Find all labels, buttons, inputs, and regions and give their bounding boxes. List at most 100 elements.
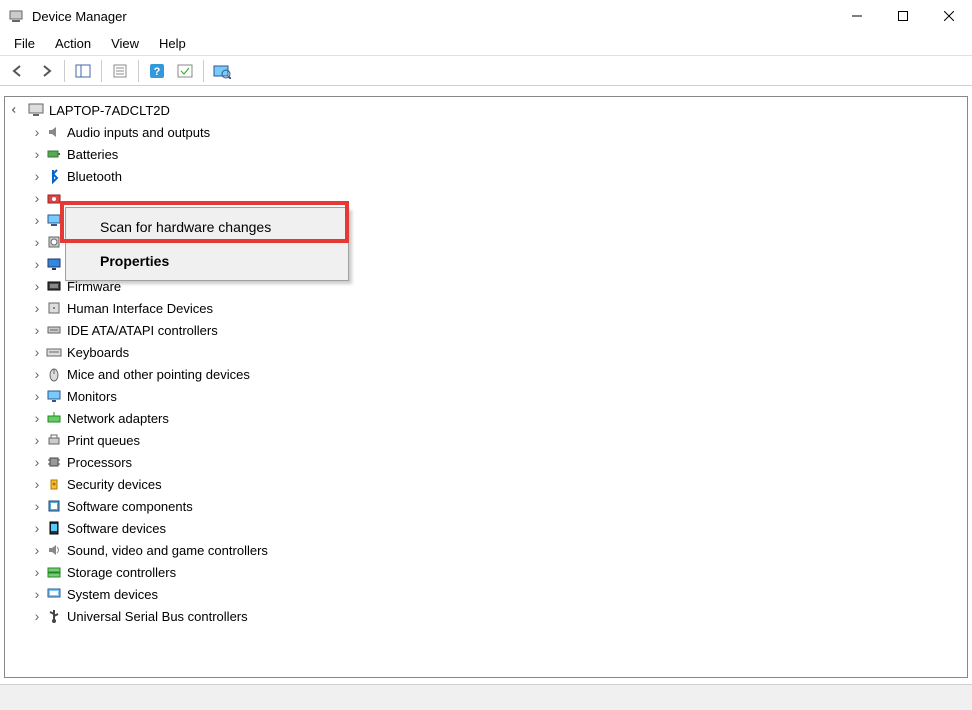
device-tree[interactable]: LAPTOP-7ADCLT2D Audio inputs and outputs… [4,96,968,678]
bluetooth-icon [45,167,63,185]
tree-node-label: Bluetooth [67,169,122,184]
expander-icon[interactable] [31,192,43,204]
tree-node-label: Software devices [67,521,166,536]
cpu-icon [45,453,63,471]
tree-node[interactable]: Mice and other pointing devices [5,363,967,385]
expander-icon[interactable] [31,456,43,468]
tree-node-label: Sound, video and game controllers [67,543,268,558]
back-button[interactable] [6,59,30,83]
tree-node[interactable]: Monitors [5,385,967,407]
menu-help[interactable]: Help [149,34,196,53]
menu-action[interactable]: Action [45,34,101,53]
tree-node[interactable]: Audio inputs and outputs [5,121,967,143]
tree-node[interactable]: Print queues [5,429,967,451]
expander-icon[interactable] [31,280,43,292]
context-menu: Scan for hardware changes Properties [65,207,349,281]
window-title: Device Manager [32,9,834,24]
expander-icon[interactable] [31,390,43,402]
toolbar-separator [101,60,102,82]
scan-hardware-button[interactable] [210,59,234,83]
ctx-scan-hardware[interactable]: Scan for hardware changes [68,210,346,244]
tree-node[interactable]: Sound, video and game controllers [5,539,967,561]
expander-icon[interactable] [31,126,43,138]
expander-icon[interactable] [31,324,43,336]
expander-icon[interactable] [31,434,43,446]
keyboard-icon [45,343,63,361]
expander-icon[interactable] [31,302,43,314]
expander-icon[interactable] [31,522,43,534]
toolbar: ? [0,56,972,86]
storage-icon [45,563,63,581]
expander-icon[interactable] [31,368,43,380]
tree-node[interactable]: IDE ATA/ATAPI controllers [5,319,967,341]
hid-icon [45,299,63,317]
menu-file[interactable]: File [4,34,45,53]
menu-view[interactable]: View [101,34,149,53]
tree-node[interactable]: Security devices [5,473,967,495]
expander-icon[interactable] [31,610,43,622]
expander-icon[interactable] [31,148,43,160]
help-button[interactable]: ? [145,59,169,83]
tree-node-label: Processors [67,455,132,470]
expander-icon[interactable] [11,104,23,116]
expander-icon[interactable] [31,170,43,182]
svg-text:?: ? [154,66,161,78]
tree-node-label: System devices [67,587,158,602]
expander-icon[interactable] [31,258,43,270]
network-icon [45,409,63,427]
tree-node[interactable]: Processors [5,451,967,473]
tree-node-label: IDE ATA/ATAPI controllers [67,323,218,338]
ctx-item-label: Properties [100,253,169,269]
expander-icon[interactable] [31,412,43,424]
tree-node[interactable]: Bluetooth [5,165,967,187]
swcomp-icon [45,497,63,515]
properties-button[interactable] [108,59,132,83]
audio-icon [45,123,63,141]
tree-node-label: Universal Serial Bus controllers [67,609,248,624]
ctx-item-label: Scan for hardware changes [100,219,271,235]
tree-node-label: Storage controllers [67,565,176,580]
expander-icon[interactable] [31,478,43,490]
tree-node[interactable]: Keyboards [5,341,967,363]
tree-node[interactable]: Network adapters [5,407,967,429]
tree-node[interactable]: Storage controllers [5,561,967,583]
tree-node-label: Print queues [67,433,140,448]
maximize-button[interactable] [880,0,926,32]
mouse-icon [45,365,63,383]
tree-node[interactable]: Software components [5,495,967,517]
tree-node-label: Software components [67,499,193,514]
tree-node[interactable]: Software devices [5,517,967,539]
sound-icon [45,541,63,559]
battery-icon [45,145,63,163]
expander-icon[interactable] [31,346,43,358]
disk-icon [45,233,63,251]
action-button[interactable] [173,59,197,83]
toolbar-separator [203,60,204,82]
tree-node[interactable]: Batteries [5,143,967,165]
computer-icon [27,101,45,119]
close-button[interactable] [926,0,972,32]
tree-node[interactable]: Universal Serial Bus controllers [5,605,967,627]
ctx-properties[interactable]: Properties [68,244,346,278]
statusbar [0,684,972,710]
minimize-button[interactable] [834,0,880,32]
tree-node-label: Network adapters [67,411,169,426]
tree-node[interactable]: System devices [5,583,967,605]
computer-icon [45,211,63,229]
tree-root[interactable]: LAPTOP-7ADCLT2D [5,99,967,121]
expander-icon[interactable] [31,588,43,600]
display-icon [45,255,63,273]
forward-button[interactable] [34,59,58,83]
expander-icon[interactable] [31,214,43,226]
expander-icon[interactable] [31,566,43,578]
toolbar-separator [64,60,65,82]
toolbar-separator [138,60,139,82]
expander-icon[interactable] [31,544,43,556]
show-hide-tree-button[interactable] [71,59,95,83]
tree-node[interactable] [5,187,967,209]
expander-icon[interactable] [31,500,43,512]
swdev-icon [45,519,63,537]
monitor-icon [45,387,63,405]
expander-icon[interactable] [31,236,43,248]
tree-node[interactable]: Human Interface Devices [5,297,967,319]
